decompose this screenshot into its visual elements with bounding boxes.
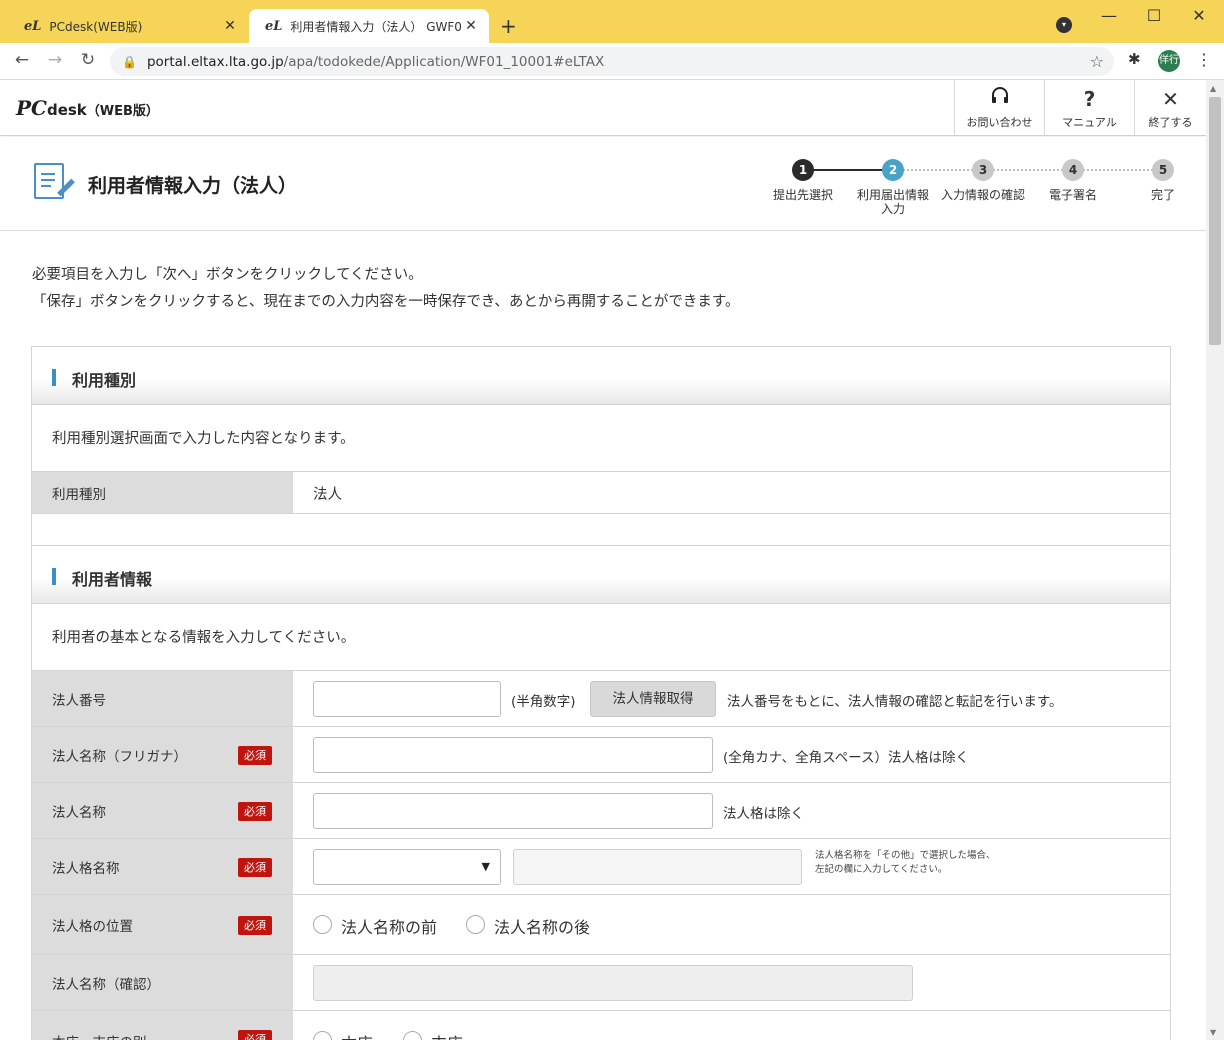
corp-name-note: 法人格は除く [723, 806, 804, 822]
section-description: 利用者の基本となる情報を入力してください。 [32, 604, 1170, 671]
close-tab-icon[interactable]: ✕ [220, 18, 240, 34]
corp-position-before-label[interactable]: 法人名称の前 [341, 914, 437, 938]
step-4-label: 電子署名 [1048, 188, 1097, 202]
scroll-down-icon[interactable]: ▼ [1210, 1028, 1216, 1037]
eltax-logo-icon: eL [265, 18, 283, 34]
corp-name-input[interactable] [313, 793, 713, 829]
scroll-thumb[interactable] [1209, 97, 1221, 345]
corp-position-row: 法人格の位置 必須 法人名称の前 法人名称の後 [32, 895, 1170, 955]
corp-name-kana-input[interactable] [313, 737, 713, 773]
corp-name-confirm-label: 法人名称（確認） [32, 955, 293, 1010]
half-width-hint: (半角数字) [511, 694, 576, 710]
eltax-logo-icon: eL [24, 18, 42, 34]
corp-name-confirm-row: 法人名称（確認） [32, 955, 1170, 1011]
usage-type-value: 法人 [313, 487, 342, 503]
fetch-corp-info-button[interactable]: 法人情報取得 [590, 681, 716, 717]
section-description: 利用種別選択画面で入力した内容となります。 [32, 405, 1170, 472]
close-tab-icon[interactable]: ✕ [461, 18, 481, 34]
lock-icon: 🔒 [122, 54, 137, 69]
minimize-button[interactable]: — [1094, 6, 1124, 25]
corp-type-select[interactable]: ▼ [313, 849, 501, 885]
maximize-button[interactable]: ☐ [1139, 6, 1169, 25]
user-info-section: 利用者情報 利用者の基本となる情報を入力してください。 法人番号 (半角数字) … [31, 545, 1171, 1040]
corp-number-note: 法人番号をもとに、法人情報の確認と転記を行います。 [727, 694, 1063, 710]
page-title-bar: 利用者情報入力（法人） 1 提出先選択 2 利用届出情報 入力 3 入力情報の確… [0, 137, 1206, 231]
branch-type-row: 本店・支店の別 必須 本店 支店 [32, 1011, 1170, 1040]
usage-type-label: 利用種別 [32, 472, 293, 513]
corp-type-other-input[interactable] [513, 849, 802, 885]
step-3-label: 入力情報の確認 [940, 188, 1025, 202]
step-5-label: 完了 [1150, 188, 1175, 202]
step-2-circle: 2 [882, 159, 904, 181]
pcdesk-logo: PCdesk（WEB版） [16, 96, 159, 120]
corp-position-after-radio[interactable] [466, 915, 485, 934]
step-1-circle: 1 [792, 159, 814, 181]
usage-type-row: 利用種別 法人 [32, 472, 1170, 514]
profile-avatar[interactable]: 佯行 [1158, 50, 1180, 72]
corp-number-row: 法人番号 (半角数字) 法人情報取得 法人番号をもとに、法人情報の確認と転記を行… [32, 671, 1170, 727]
manual-button[interactable]: ? マニュアル [1044, 80, 1134, 135]
branch-office-radio[interactable] [403, 1031, 422, 1040]
head-office-label[interactable]: 本店 [341, 1030, 373, 1040]
required-badge: 必須 [238, 802, 272, 821]
tab-title: PCdesk(WEB版) [49, 19, 143, 34]
headset-icon [955, 86, 1044, 112]
required-badge: 必須 [238, 1030, 272, 1040]
corp-name-row: 法人名称 必須 法人格は除く [32, 783, 1170, 839]
page-scrollbar[interactable]: ▲ ▼ [1206, 80, 1224, 1040]
close-icon: ✕ [1162, 87, 1179, 111]
window-close-button[interactable]: ✕ [1184, 6, 1214, 25]
corp-position-before-radio[interactable] [313, 915, 332, 934]
url-host: portal.eltax.lta.go.jp [146, 53, 284, 70]
step-5-circle: 5 [1152, 159, 1174, 181]
app-header: PCdesk（WEB版） お問い合わせ ? マニュアル ✕ 終了する [0, 80, 1206, 136]
head-office-radio[interactable] [313, 1031, 332, 1040]
help-icon: ? [1083, 87, 1096, 111]
branch-office-label[interactable]: 支店 [431, 1030, 463, 1040]
chevron-down-icon: ▼ [481, 860, 490, 873]
step-1-label: 提出先選択 [772, 188, 833, 202]
url-path: /apa/todokede/Application/WF01_10001#eLT… [283, 53, 605, 70]
progress-steps: 1 提出先選択 2 利用届出情報 入力 3 入力情報の確認 4 電子署名 5 完… [0, 137, 1206, 231]
contact-button[interactable]: お問い合わせ [954, 80, 1044, 135]
browser-tab-active[interactable]: eL 利用者情報入力（法人） GWF0 ✕ [249, 9, 489, 43]
section-heading: 利用種別 [32, 347, 1170, 405]
corp-name-kana-note: (全角カナ、全角スペース）法人格は除く [723, 750, 969, 766]
browser-tab-bar: eL PCdesk(WEB版) ✕ eL 利用者情報入力（法人） GWF0 ✕ … [0, 0, 1224, 43]
section-heading: 利用者情報 [32, 546, 1170, 604]
step-4-circle: 4 [1062, 159, 1084, 181]
required-badge: 必須 [238, 746, 272, 765]
corp-number-input[interactable] [313, 681, 501, 717]
tab-title: 利用者情報入力（法人） GWF0 [290, 19, 461, 34]
scroll-up-icon[interactable]: ▲ [1210, 84, 1216, 93]
new-tab-button[interactable]: + [500, 14, 517, 38]
corp-type-note: 法人格名称を「その他」で選択した場合、 左記の欄に入力してください。 [815, 850, 996, 875]
step-3-circle: 3 [972, 159, 994, 181]
usage-type-section: 利用種別 利用種別選択画面で入力した内容となります。 利用種別 法人 [31, 346, 1171, 546]
corp-type-row: 法人格名称 必須 ▼ 法人格名称を「その他」で選択した場合、 左記の欄に入力して… [32, 839, 1170, 895]
back-icon[interactable]: ← [10, 50, 34, 70]
step-2-label: 利用届出情報 入力 [856, 188, 929, 216]
browser-menu-icon[interactable]: ⋮ [1196, 50, 1212, 69]
required-badge: 必須 [238, 858, 272, 877]
intro-text: 必要項目を入力し「次へ」ボタンをクリックしてください。 「保存」ボタンをクリック… [32, 267, 740, 310]
bookmark-star-icon[interactable]: ☆ [1090, 52, 1104, 71]
exit-button[interactable]: ✕ 終了する [1134, 80, 1206, 135]
forward-icon[interactable]: → [43, 50, 67, 70]
browser-tab-pcdesk[interactable]: eL PCdesk(WEB版) ✕ [8, 9, 248, 43]
corp-number-label: 法人番号 [32, 671, 293, 726]
reload-icon[interactable]: ↻ [76, 50, 100, 70]
corp-name-kana-row: 法人名称（フリガナ） 必須 (全角カナ、全角スペース）法人格は除く [32, 727, 1170, 783]
extensions-icon[interactable]: ✱ [1128, 50, 1141, 68]
address-bar[interactable]: 🔒 portal.eltax.lta.go.jp/apa/todokede/Ap… [110, 47, 1114, 76]
browser-toolbar: ← → ↻ 🔒 portal.eltax.lta.go.jp/apa/todok… [0, 43, 1224, 80]
required-badge: 必須 [238, 916, 272, 935]
corp-position-after-label[interactable]: 法人名称の後 [494, 914, 590, 938]
corp-name-confirm-field [313, 965, 913, 1001]
tab-search-icon[interactable]: ▾ [1056, 17, 1072, 33]
